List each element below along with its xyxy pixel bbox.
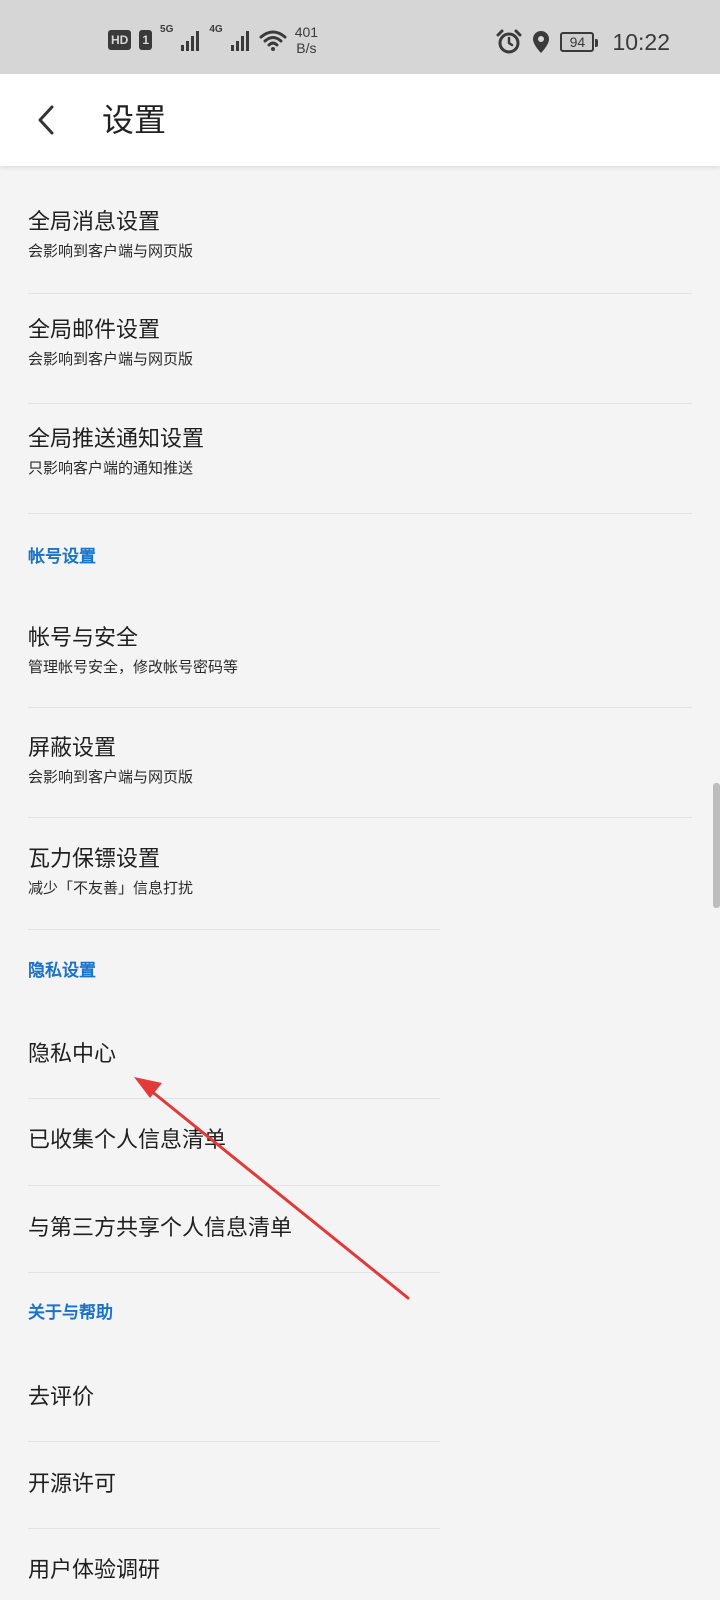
app-bar: 设置 xyxy=(0,74,720,166)
item-subtitle: 会影响到客户端与网页版 xyxy=(28,768,194,786)
status-time: 10:22 xyxy=(612,28,670,55)
global-push-settings-item[interactable]: 全局推送通知设置 只影响客户端的通知推送 xyxy=(28,425,204,478)
item-title: 全局邮件设置 xyxy=(28,318,161,343)
divider xyxy=(28,1272,440,1273)
section-header-about: 关于与帮助 xyxy=(28,1303,113,1323)
wali-guard-settings-item[interactable]: 瓦力保镖设置 减少「不友善」信息打扰 xyxy=(28,845,193,898)
item-title: 瓦力保镖设置 xyxy=(28,847,161,872)
network-speed: 401 B/s xyxy=(295,24,318,56)
collected-info-list-item[interactable]: 已收集个人信息清单 xyxy=(28,1126,226,1156)
status-bar-left: HD 1 5G 4G 401 B/s xyxy=(108,22,318,58)
network-5g-label: 5G xyxy=(160,24,174,35)
divider xyxy=(28,1185,440,1186)
alarm-icon xyxy=(496,29,522,54)
item-subtitle: 只影响客户端的通知推送 xyxy=(28,459,194,477)
account-security-item[interactable]: 帐号与安全 管理帐号安全，修改帐号密码等 xyxy=(28,624,238,677)
divider xyxy=(28,403,692,404)
back-button[interactable] xyxy=(22,96,70,144)
divider xyxy=(28,929,440,930)
status-bar: HD 1 5G 4G 401 B/s 94 10:22 xyxy=(0,0,720,74)
chevron-left-icon xyxy=(38,105,54,135)
signal-bars-icon xyxy=(230,31,249,51)
network-4g-label: 4G xyxy=(209,24,223,35)
battery-icon: 94 xyxy=(560,32,599,52)
item-title: 屏蔽设置 xyxy=(28,736,117,761)
privacy-center-item[interactable]: 隐私中心 xyxy=(28,1040,116,1070)
divider xyxy=(28,817,692,818)
global-message-settings-item[interactable]: 全局消息设置 会影响到客户端与网页版 xyxy=(28,208,193,261)
global-mail-settings-item[interactable]: 全局邮件设置 会影响到客户端与网页版 xyxy=(28,316,193,369)
sim-badge: 1 xyxy=(139,30,153,50)
item-title: 帐号与安全 xyxy=(28,626,139,651)
item-title: 与第三方共享个人信息清单 xyxy=(28,1216,293,1241)
location-icon xyxy=(533,31,550,53)
section-header-account: 帐号设置 xyxy=(28,547,96,567)
section-header-privacy: 隐私设置 xyxy=(28,961,96,981)
status-bar-right: 94 10:22 xyxy=(496,24,670,60)
item-title: 用户体验调研 xyxy=(28,1558,161,1583)
user-experience-survey-item[interactable]: 用户体验调研 xyxy=(28,1556,160,1586)
item-title: 去评价 xyxy=(28,1385,95,1410)
signal-bars-icon xyxy=(181,31,200,51)
item-subtitle: 会影响到客户端与网页版 xyxy=(28,350,194,368)
item-title: 隐私中心 xyxy=(28,1042,117,1067)
hd-badge: HD xyxy=(108,30,132,50)
network-speed-unit: B/s xyxy=(296,40,317,56)
item-title: 全局推送通知设置 xyxy=(28,427,205,452)
rate-app-item[interactable]: 去评价 xyxy=(28,1383,94,1413)
item-title: 已收集个人信息清单 xyxy=(28,1128,227,1153)
scrollbar-thumb[interactable] xyxy=(713,783,720,908)
block-settings-item[interactable]: 屏蔽设置 会影响到客户端与网页版 xyxy=(28,734,193,787)
item-subtitle: 减少「不友善」信息打扰 xyxy=(28,879,194,897)
item-title: 开源许可 xyxy=(28,1472,117,1497)
wifi-icon xyxy=(259,30,287,51)
item-subtitle: 管理帐号安全，修改帐号密码等 xyxy=(28,658,239,676)
battery-level: 94 xyxy=(569,34,586,50)
item-subtitle: 会影响到客户端与网页版 xyxy=(28,242,194,260)
divider xyxy=(28,1528,440,1529)
network-speed-value: 401 xyxy=(294,24,319,40)
item-title: 全局消息设置 xyxy=(28,210,161,235)
third-party-sharing-list-item[interactable]: 与第三方共享个人信息清单 xyxy=(28,1214,292,1244)
page-title: 设置 xyxy=(102,101,167,139)
open-source-license-item[interactable]: 开源许可 xyxy=(28,1470,116,1500)
divider xyxy=(28,1441,440,1442)
divider xyxy=(28,707,692,708)
divider xyxy=(28,293,692,294)
divider xyxy=(28,513,692,514)
divider xyxy=(28,1098,440,1099)
